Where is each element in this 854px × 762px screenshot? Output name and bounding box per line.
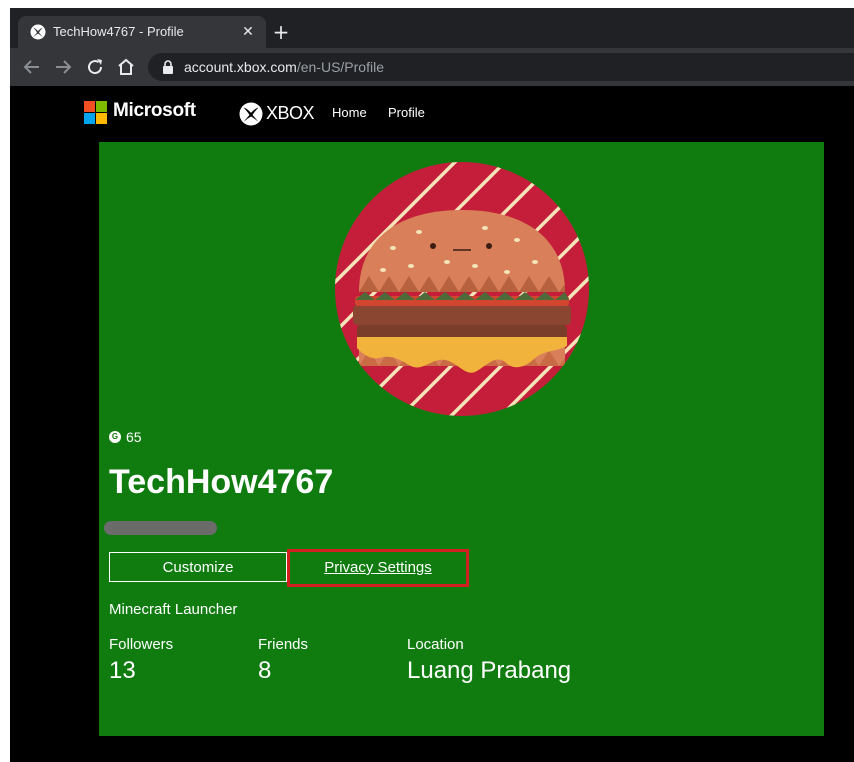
gamertag: TechHow4767 <box>109 463 334 501</box>
lock-icon <box>163 60 173 74</box>
microsoft-wordmark[interactable]: Microsoft <box>113 100 196 122</box>
xbox-logo-icon[interactable] <box>239 102 263 126</box>
gamerscore-icon: G <box>109 431 121 443</box>
url-host: account.xbox.com <box>184 59 297 75</box>
back-arrow-icon[interactable] <box>20 55 44 79</box>
tab-strip: TechHow4767 - Profile ✕ + <box>10 8 854 48</box>
gamerpic-burger-avatar <box>335 162 589 416</box>
profile-card: G 65 TechHow4767 Customize Privacy Setti… <box>99 142 824 736</box>
current-activity: Minecraft Launcher <box>109 601 238 618</box>
location-label: Location <box>407 636 464 653</box>
browser-toolbar: account.xbox.com/en-US/Profile <box>10 48 854 86</box>
browser-tab[interactable]: TechHow4767 - Profile ✕ <box>18 16 266 48</box>
followers-label: Followers <box>109 636 174 653</box>
microsoft-logo-icon[interactable] <box>84 101 107 124</box>
followers-count[interactable]: 13 <box>109 657 136 685</box>
reload-icon[interactable] <box>83 55 107 79</box>
close-tab-icon[interactable]: ✕ <box>238 21 258 41</box>
customize-button[interactable]: Customize <box>109 552 287 582</box>
nav-profile-link[interactable]: Profile <box>388 105 425 120</box>
forward-arrow-icon[interactable] <box>51 55 75 79</box>
home-icon[interactable] <box>114 55 138 79</box>
friends-count[interactable]: 8 <box>258 657 271 685</box>
privacy-settings-link[interactable]: Privacy Settings <box>287 549 469 587</box>
friends-label: Friends <box>258 636 309 653</box>
url-text: account.xbox.com/en-US/Profile <box>184 59 384 75</box>
address-bar[interactable]: account.xbox.com/en-US/Profile <box>148 53 854 81</box>
nav-home-link[interactable]: Home <box>332 105 367 120</box>
tab-title: TechHow4767 - Profile <box>53 24 184 39</box>
redacted-name-bar <box>104 521 217 535</box>
xbox-favicon-icon <box>30 24 46 40</box>
gamerscore-value: 65 <box>126 429 142 445</box>
location-value: Luang Prabang <box>407 657 572 684</box>
xbox-wordmark[interactable]: XBOX <box>266 103 315 124</box>
new-tab-button[interactable]: + <box>269 21 293 45</box>
url-path: /en-US/Profile <box>296 59 384 75</box>
